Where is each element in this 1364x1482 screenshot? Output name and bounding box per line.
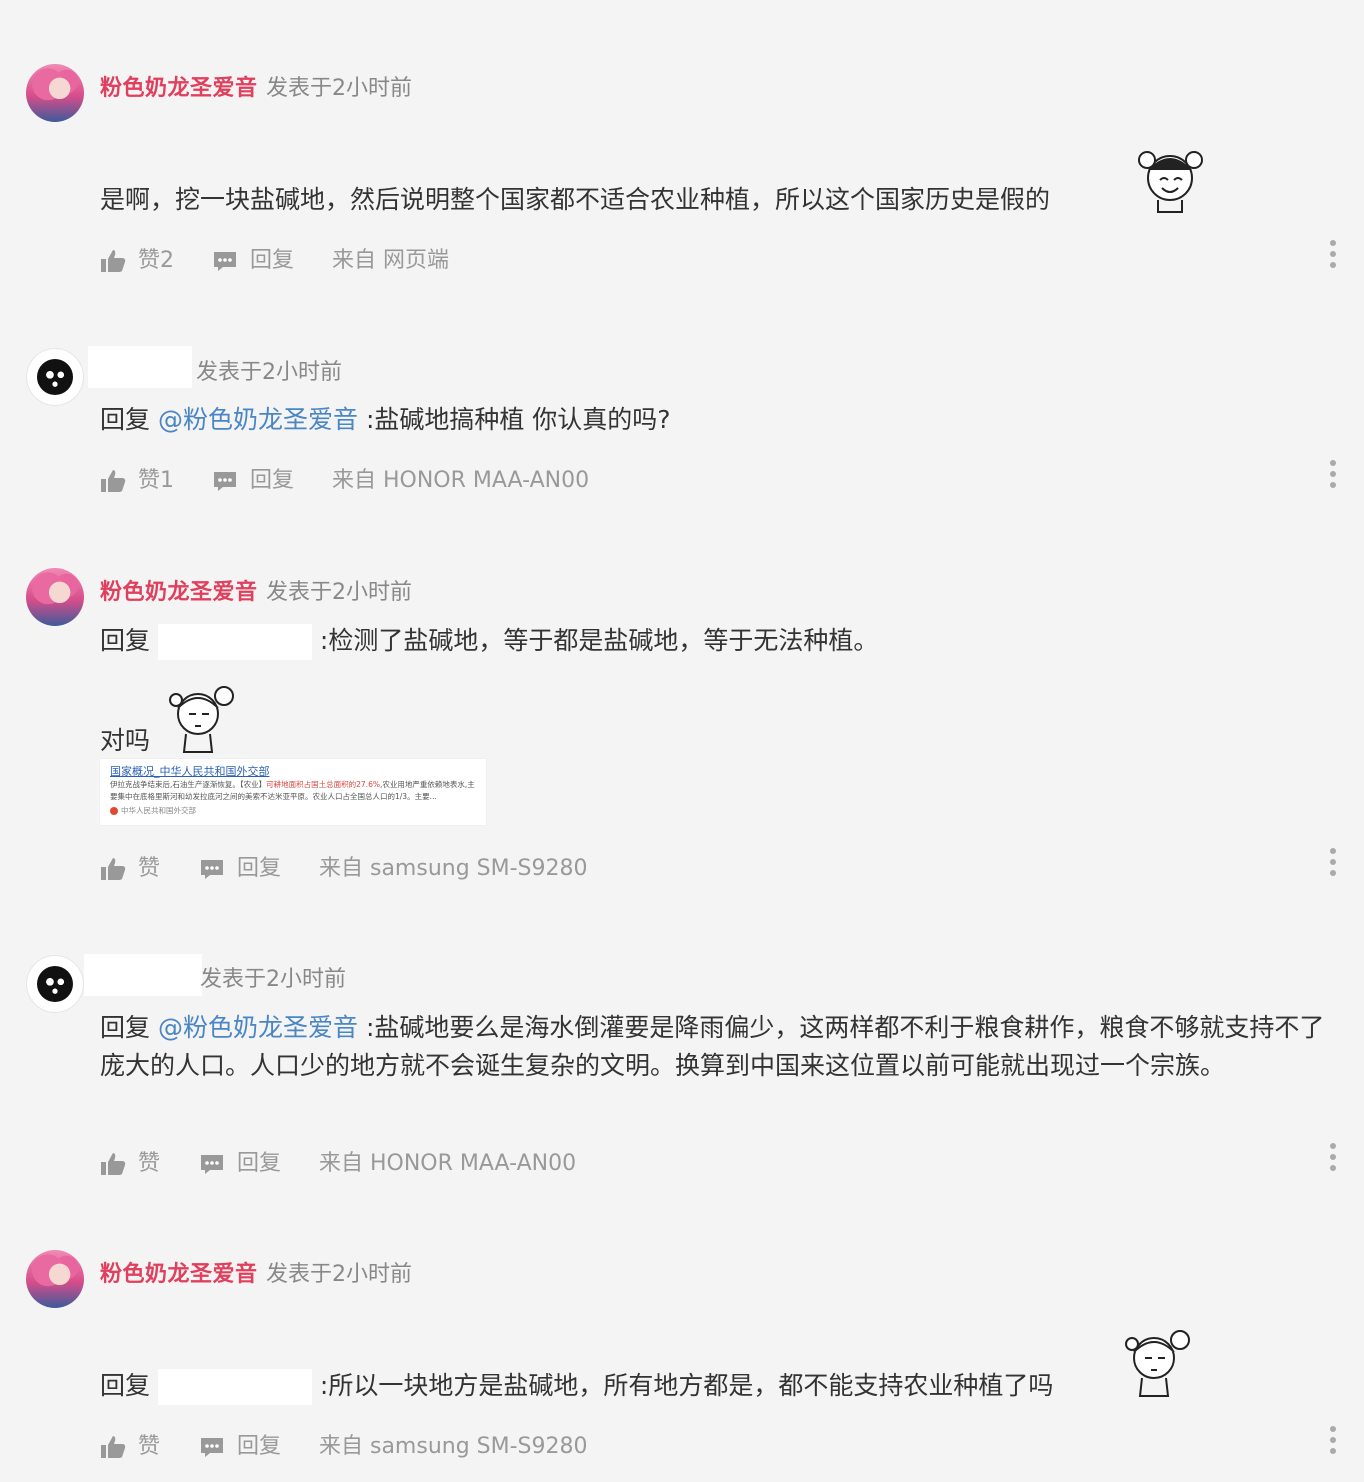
more-vertical-icon[interactable] — [1326, 1143, 1340, 1173]
sticker-icon — [169, 686, 234, 753]
card-snippet: 伊拉克战争结束后,石油生产逐渐恢复。【农业】可耕地面积占国土总面积的27.6%,… — [110, 780, 475, 801]
speech-bubble-icon — [201, 860, 223, 879]
author-name[interactable]: 粉色奶龙圣爱音 — [100, 1256, 258, 1288]
speech-bubble-icon — [214, 472, 236, 491]
avatar[interactable] — [26, 1250, 84, 1308]
reply-label: 回复 — [250, 248, 295, 273]
thumbs-up-icon — [101, 470, 126, 492]
speech-bubble-icon — [201, 1155, 223, 1174]
author-name[interactable]: 粉色奶龙圣爱音 — [100, 574, 258, 606]
thumbs-up-icon — [101, 1436, 126, 1458]
post-time: 发表于2小时前 — [266, 1262, 412, 1287]
avatar[interactable] — [26, 348, 84, 406]
mention-hidden — [157, 624, 312, 660]
comment-actions: 赞2 回复 来自 网页端 — [100, 245, 1200, 277]
reply-label: 回复 — [237, 1434, 282, 1459]
like-count: 赞 — [138, 1151, 161, 1176]
author-name-hidden — [84, 954, 202, 996]
post-time: 发表于2小时前 — [196, 360, 342, 385]
like-count: 赞1 — [138, 468, 174, 493]
like-count: 赞 — [138, 856, 161, 881]
source-label: 来自 网页端 — [332, 248, 449, 273]
mention-hidden — [157, 1369, 312, 1405]
comment-actions: 赞 回复 来自 samsung SM-S9280 — [100, 1431, 1200, 1463]
avatar[interactable] — [26, 64, 84, 122]
post-time: 发表于2小时前 — [266, 76, 412, 101]
thumbs-up-icon — [101, 858, 126, 880]
card-title[interactable]: 国家概况_中华人民共和国外交部 — [110, 763, 270, 779]
thumbs-up-icon — [101, 1153, 126, 1175]
comment-actions: 赞1 回复 来自 HONOR MAA-AN00 — [100, 465, 1200, 497]
source-label: 来自 HONOR MAA-AN00 — [332, 468, 590, 493]
author-name-hidden — [88, 346, 192, 388]
emblem-icon — [110, 807, 118, 815]
reply-text: :盐碱地搞种植 你认真的吗? — [365, 405, 671, 434]
source-label: 来自 HONOR MAA-AN00 — [319, 1151, 577, 1176]
reply-prefix: 回复 — [100, 1371, 151, 1400]
sticker-icon — [1125, 1330, 1190, 1397]
speech-bubble-icon — [201, 1438, 223, 1457]
comment-text: 回复 :检测了盐碱地，等于都是盐碱地，等于无法种植。 — [100, 622, 878, 660]
reply-text: :检测了盐碱地，等于都是盐碱地，等于无法种植。 — [319, 626, 879, 655]
link-preview-card[interactable]: 国家概况_中华人民共和国外交部 伊拉克战争结束后,石油生产逐渐恢复。【农业】可耕… — [100, 759, 486, 825]
avatar[interactable] — [26, 955, 84, 1013]
comment-text-line2: 对吗 — [100, 726, 151, 755]
reply-prefix: 回复 — [100, 626, 151, 655]
sticker-icon — [1138, 151, 1203, 213]
more-vertical-icon[interactable] — [1326, 240, 1340, 270]
like-count: 赞2 — [138, 248, 174, 273]
comment-text: 回复 :所以一块地方是盐碱地，所有地方都是，都不能支持农业种植了吗 — [100, 1367, 1053, 1405]
card-source: 中华人民共和国外交部 — [110, 805, 196, 816]
comment-text: 回复 @粉色奶龙圣爱音 :盐碱地搞种植 你认真的吗? — [100, 401, 671, 439]
reply-label: 回复 — [250, 468, 295, 493]
comment-actions: 赞 回复 来自 HONOR MAA-AN00 — [100, 1148, 1200, 1180]
source-label: 来自 samsung SM-S9280 — [319, 1434, 588, 1459]
more-vertical-icon[interactable] — [1326, 848, 1340, 878]
source-label: 来自 samsung SM-S9280 — [319, 856, 588, 881]
post-time: 发表于2小时前 — [266, 580, 412, 605]
reply-prefix: 回复 — [100, 405, 151, 434]
reply-text: :所以一块地方是盐碱地，所有地方都是，都不能支持农业种植了吗 — [319, 1371, 1054, 1400]
more-vertical-icon[interactable] — [1326, 460, 1340, 490]
mention-link[interactable]: @粉色奶龙圣爱音 — [158, 1013, 358, 1042]
speech-bubble-icon — [214, 252, 236, 271]
avatar[interactable] — [26, 568, 84, 626]
reply-prefix: 回复 — [100, 1013, 151, 1042]
more-vertical-icon[interactable] — [1326, 1426, 1340, 1456]
author-name[interactable]: 粉色奶龙圣爱音 — [100, 70, 258, 102]
comment-text: 回复 @粉色奶龙圣爱音 :盐碱地要么是海水倒灌要是降雨偏少，这两样都不利于粮食耕… — [100, 1009, 1345, 1085]
like-count: 赞 — [138, 1434, 161, 1459]
mention-link[interactable]: @粉色奶龙圣爱音 — [158, 405, 358, 434]
reply-label: 回复 — [237, 856, 282, 881]
thumbs-up-icon — [101, 250, 126, 272]
reply-label: 回复 — [237, 1151, 282, 1176]
comment-actions: 赞 回复 来自 samsung SM-S9280 — [100, 853, 1200, 885]
post-time: 发表于2小时前 — [200, 967, 346, 992]
comment-text: 是啊，挖一块盐碱地，然后说明整个国家都不适合农业种植，所以这个国家历史是假的 — [100, 185, 1051, 214]
